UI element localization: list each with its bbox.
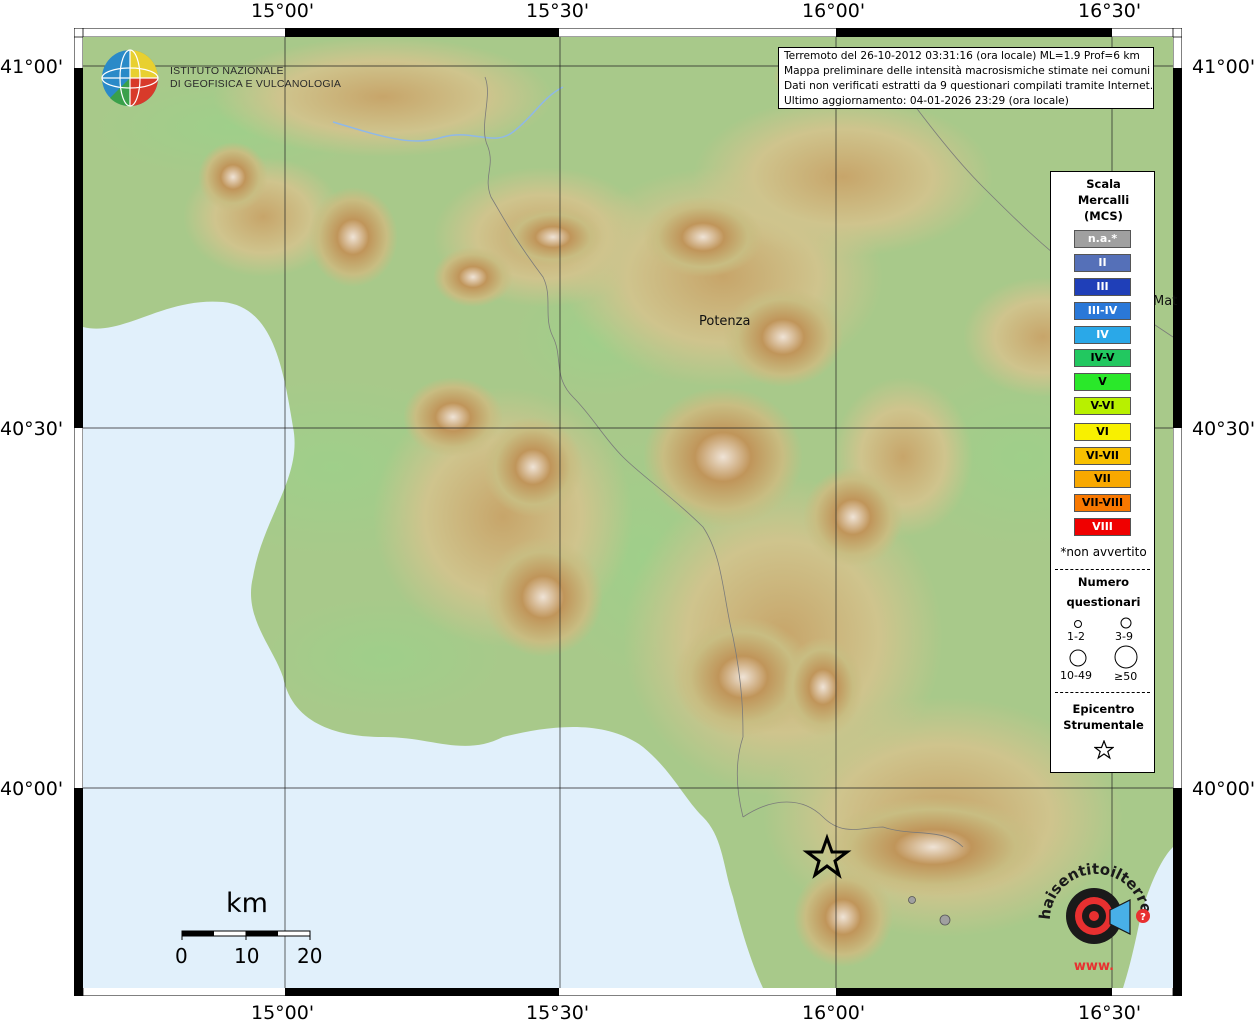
info-line1: Terremoto del 26-10-2012 03:31:16 (ora l… [784, 50, 1140, 62]
legend-swatch-iv-v: IV-V [1074, 349, 1131, 367]
lon-label-top-1500: 15°00' [251, 0, 315, 22]
lat-label-right-4000: 40°00' [1192, 778, 1255, 800]
ingv-globe-icon [101, 49, 159, 107]
svg-text:?: ? [1140, 912, 1146, 923]
lat-label-left-4030: 40°30' [0, 418, 64, 440]
legend-swatch-v: V [1074, 373, 1131, 391]
scalebar-tick-20: 20 [297, 944, 323, 968]
lon-label-top-1600: 16°00' [802, 0, 866, 22]
lon-label-top-1530: 15°30' [526, 0, 590, 22]
lat-label-left-4000: 40°00' [0, 778, 64, 800]
lon-label-bottom-1530: 15°30' [526, 1002, 590, 1024]
legend-swatch-ii: II [1074, 254, 1131, 272]
legend-count-label-2: 3-9 [1115, 630, 1133, 643]
legend-swatch-na: n.a.* [1074, 230, 1131, 248]
legend-title-3: (MCS) [1084, 209, 1123, 223]
legend-swatch-viii: VIII [1074, 518, 1131, 536]
legend-title-2: Mercalli [1077, 193, 1130, 207]
info-line4: Ultimo aggiornamento: 04-01-2026 23:29 (… [784, 95, 1069, 107]
lat-label-left-4100: 41°00' [0, 56, 64, 78]
legend-count-label-1: 1-2 [1067, 630, 1085, 643]
lat-label-right-4100: 41°00' [1192, 56, 1255, 78]
legend-divider-1 [1055, 569, 1150, 570]
lon-label-bottom-1600: 16°00' [802, 1002, 866, 1024]
ingv-logo-text: ISTITUTO NAZIONALE DI GEOFISICA E VULCAN… [170, 65, 341, 91]
ingv-logo [100, 48, 162, 108]
lon-label-bottom-1630: 16°30' [1078, 1002, 1142, 1024]
lat-label-right-4030: 40°30' [1192, 418, 1255, 440]
legend-swatch-vi-vii: VI-VII [1074, 447, 1131, 465]
legend-swatch-vi: VI [1074, 423, 1131, 441]
scalebar [181, 930, 311, 940]
lon-label-bottom-1500: 15°00' [251, 1002, 315, 1024]
place-potenza: Potenza [699, 314, 751, 329]
legend-count-title-2: questionari [1066, 595, 1141, 609]
legend-star-icon [1094, 740, 1114, 760]
scalebar-unit: km [226, 888, 268, 919]
scalebar-tick-10: 10 [234, 944, 260, 968]
legend-count-title-1: Numero [1077, 575, 1130, 589]
place-matera-partial: Mat [1153, 294, 1178, 309]
legend-swatch-iv: IV [1074, 326, 1131, 344]
ingv-line2: DI GEOFISICA E VULCANOLOGIA [170, 78, 342, 90]
ingv-line1: ISTITUTO NAZIONALE [170, 65, 284, 77]
relief-map [83, 37, 1173, 988]
mcs-legend: Scala Mercalli (MCS) n.a.* II III III-IV… [1050, 171, 1155, 773]
legend-epi-title-1: Epicentro [1072, 702, 1135, 716]
legend-count-label-4: ≥50 [1114, 670, 1138, 683]
lon-label-top-1630: 16°30' [1078, 0, 1142, 22]
scalebar-tick-0: 0 [175, 944, 188, 968]
event-info-box: Terremoto del 26-10-2012 03:31:16 (ora l… [778, 47, 1154, 109]
legend-swatch-vii: VII [1074, 470, 1131, 488]
info-line3: Dati non verificati estratti da 9 questi… [784, 80, 1154, 92]
haisentito-badge: haisentitoilterremoto.it www. ? [1030, 858, 1155, 974]
legend-swatch-iii: III [1074, 278, 1131, 296]
legend-swatch-vii-viii: VII-VIII [1074, 494, 1131, 512]
legend-swatch-v-vi: V-VI [1074, 397, 1131, 415]
badge-www: www. [1074, 959, 1114, 974]
observation-dot [939, 914, 951, 926]
info-line2: Mappa preliminare delle intensità macros… [784, 65, 1151, 77]
legend-divider-2 [1055, 692, 1150, 693]
legend-swatch-iii-iv: III-IV [1074, 302, 1131, 320]
legend-count-label-3: 10-49 [1060, 669, 1092, 682]
observation-dot [908, 896, 916, 904]
legend-title-1: Scala [1086, 177, 1121, 191]
legend-epi-title-2: Strumentale [1063, 718, 1144, 732]
legend-note: *non avvertito [1060, 545, 1147, 559]
